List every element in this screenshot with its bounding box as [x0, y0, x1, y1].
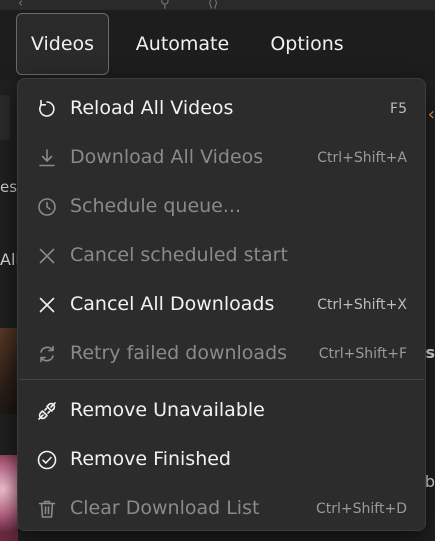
menu-videos[interactable]: Videos	[16, 13, 109, 75]
menu-options-label: Options	[270, 33, 344, 55]
menu-automate-label: Automate	[135, 33, 230, 55]
clock-icon	[36, 196, 58, 218]
background-toolbar: ‹ ⚲ ⟨⟩	[0, 0, 435, 11]
download-icon	[36, 147, 58, 169]
menu-item-label: Cancel scheduled start	[70, 244, 288, 266]
menu-automate[interactable]: Automate	[125, 13, 240, 75]
menu-item-shortcut: Ctrl+Shift+X	[317, 297, 407, 313]
menu-item-reload-all-videos[interactable]: Reload All Videos F5	[18, 87, 425, 131]
menu-item-remove-unavailable[interactable]: Remove Unavailable	[18, 389, 425, 433]
menu-item-shortcut: Ctrl+Shift+D	[316, 501, 407, 517]
menu-item-label: Remove Unavailable	[70, 399, 265, 421]
reload-icon	[36, 98, 58, 120]
menu-options[interactable]: Options	[258, 13, 356, 75]
menu-item-cancel-all-downloads[interactable]: Cancel All Downloads Ctrl+Shift+X	[18, 283, 425, 327]
menu-separator	[19, 379, 424, 380]
background-text: s	[425, 343, 435, 362]
menu-item-label: Cancel All Downloads	[70, 293, 275, 315]
menu-item-retry-failed-downloads[interactable]: Retry failed downloads Ctrl+Shift+F	[18, 332, 425, 376]
video-thumbnail	[0, 328, 18, 414]
chevron-left-icon: ‹	[427, 104, 435, 125]
menu-item-label: Download All Videos	[70, 146, 264, 168]
videos-dropdown-menu: Reload All Videos F5 Download All Videos…	[17, 78, 426, 531]
unplug-icon	[36, 400, 58, 422]
close-icon	[36, 245, 58, 267]
menu-item-shortcut: Ctrl+Shift+F	[318, 346, 407, 362]
menu-item-label: Reload All Videos	[70, 97, 234, 119]
menu-item-shortcut: Ctrl+Shift+A	[317, 150, 407, 166]
video-thumbnail	[0, 455, 18, 541]
menu-item-schedule-queue[interactable]: Schedule queue...	[18, 185, 425, 229]
menu-item-label: Clear Download List	[70, 497, 260, 519]
close-icon	[36, 294, 58, 316]
menu-item-download-all-videos[interactable]: Download All Videos Ctrl+Shift+A	[18, 136, 425, 180]
menu-videos-label: Videos	[30, 33, 95, 55]
retry-icon	[36, 343, 58, 365]
menu-bar: Videos Automate Options	[0, 10, 435, 80]
background-input	[0, 95, 10, 140]
menu-item-label: Remove Finished	[70, 448, 231, 470]
menu-item-remove-finished[interactable]: Remove Finished	[18, 438, 425, 482]
menu-item-clear-download-list[interactable]: Clear Download List Ctrl+Shift+D	[18, 487, 425, 531]
trash-icon	[36, 498, 58, 520]
menu-item-shortcut: F5	[390, 101, 407, 117]
check-circle-icon	[36, 449, 58, 471]
menu-item-label: Retry failed downloads	[70, 342, 288, 364]
menu-item-cancel-scheduled-start[interactable]: Cancel scheduled start	[18, 234, 425, 278]
menu-item-label: Schedule queue...	[70, 195, 241, 217]
